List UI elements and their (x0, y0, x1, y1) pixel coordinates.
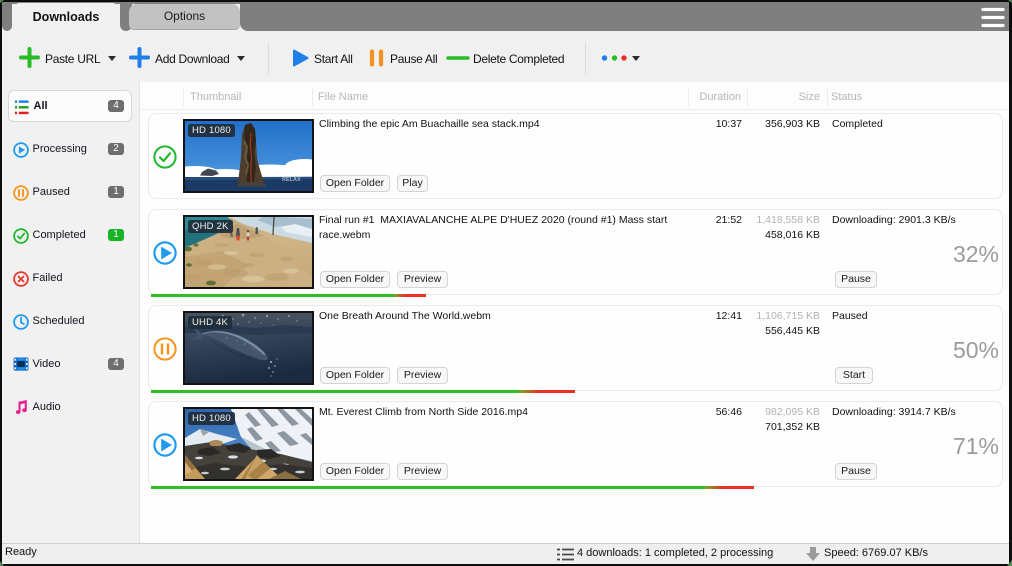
svg-text:RELAX: RELAX (282, 177, 301, 183)
